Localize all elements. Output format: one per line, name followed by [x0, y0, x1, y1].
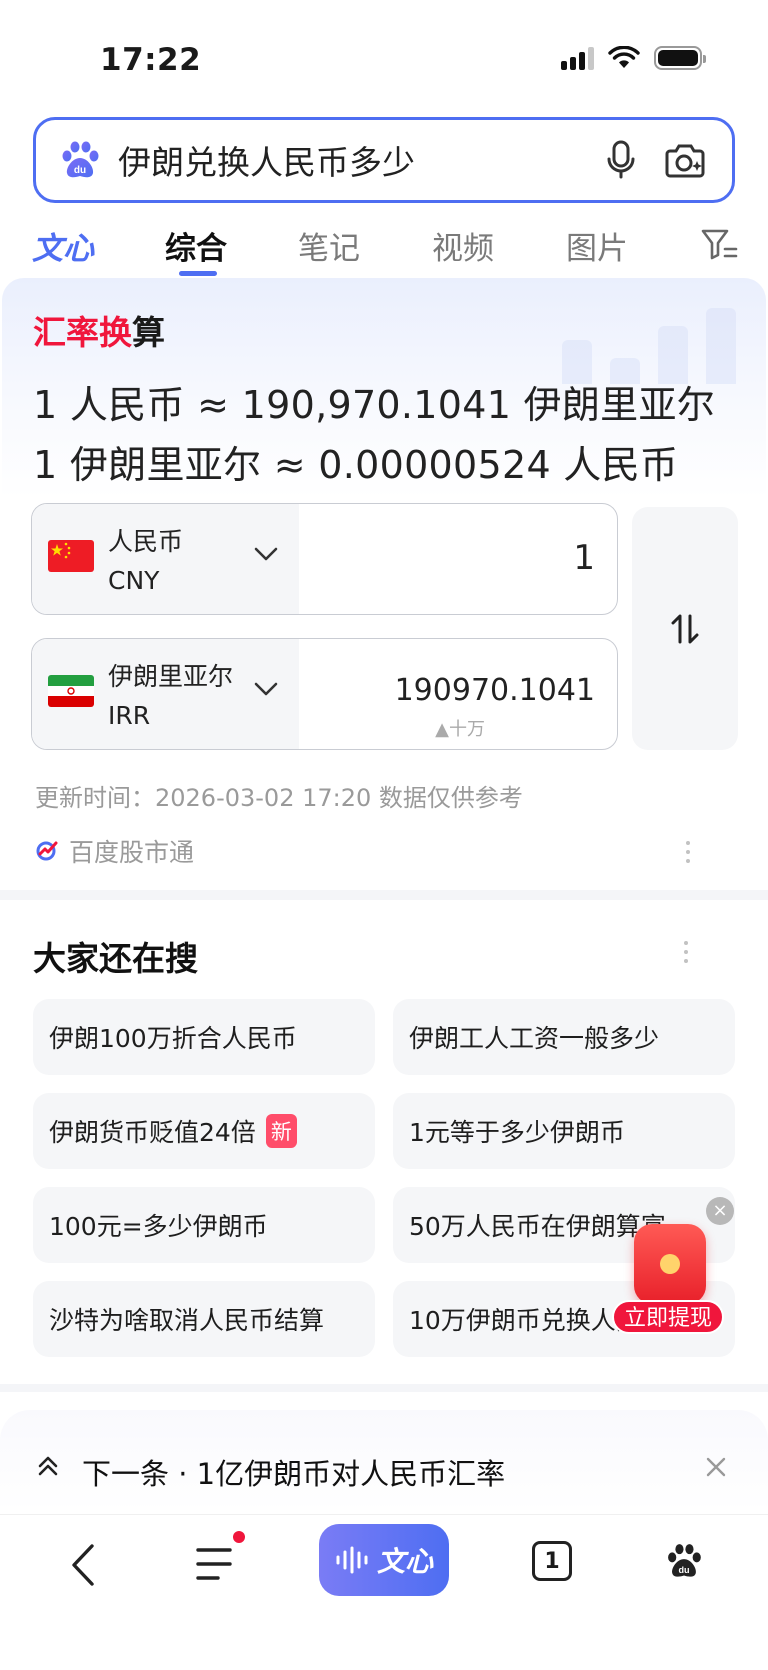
baidu-home-icon[interactable]: du: [664, 1540, 704, 1582]
new-badge: 新: [265, 1114, 297, 1148]
to-currency-row: 伊朗里亚尔 IRR 190970.1041 ▲十万: [31, 638, 618, 750]
battery-icon: [654, 46, 706, 70]
red-envelope-icon: [634, 1224, 706, 1304]
more-options-icon[interactable]: [684, 941, 688, 963]
camera-search-icon[interactable]: [664, 141, 706, 179]
from-currency-code: CNY: [108, 566, 160, 595]
swap-currency-button[interactable]: [632, 507, 738, 750]
related-search-item[interactable]: 1元等于多少伊朗币: [393, 1093, 735, 1169]
voice-wave-icon: [336, 1546, 368, 1574]
to-currency-select[interactable]: 伊朗里亚尔 IRR: [32, 639, 299, 749]
related-search-item[interactable]: 伊朗工人工资一般多少: [393, 999, 735, 1075]
exchange-rate-card: 汇率换算 1 人民币 ≈ 190,970.1041 伊朗里亚尔 1 伊朗里亚尔 …: [2, 278, 766, 890]
to-currency-code: IRR: [108, 701, 151, 730]
decorative-bars: [562, 308, 736, 384]
card-title: 汇率换算: [33, 313, 165, 352]
wifi-icon: [608, 46, 640, 68]
baidu-paw-icon: du: [62, 141, 99, 178]
to-currency-name: 伊朗里亚尔: [108, 662, 234, 691]
ad-label: 立即提现: [612, 1300, 724, 1334]
close-icon[interactable]: [704, 1455, 728, 1479]
search-bar[interactable]: du 伊朗兑换人民币多少: [33, 117, 735, 203]
iran-flag-icon: [48, 675, 94, 707]
back-icon[interactable]: [68, 1542, 98, 1588]
more-options-icon[interactable]: [686, 841, 690, 863]
section-divider: [0, 890, 768, 900]
wenxin-button-label: 文心: [376, 1545, 433, 1578]
rate-irr-to-cny: 1 伊朗里亚尔 ≈ 0.00000524 人民币: [33, 443, 679, 487]
from-currency-row: 人民币 CNY 1: [31, 503, 618, 615]
wenxin-ai-button[interactable]: 文心: [319, 1524, 449, 1596]
related-search-item[interactable]: 100元=多少伊朗币: [33, 1187, 375, 1263]
to-amount-value[interactable]: 190970.1041: [395, 673, 595, 708]
rate-cny-to-irr: 1 人民币 ≈ 190,970.1041 伊朗里亚尔: [33, 383, 716, 427]
menu-icon[interactable]: [196, 1544, 236, 1584]
section-divider: [0, 1384, 768, 1392]
status-time: 17:22: [100, 42, 202, 78]
swap-icon: [671, 614, 699, 643]
chevron-down-icon: [254, 547, 278, 561]
next-result-text[interactable]: 下一条 · 1亿伊朗币对人民币汇率: [82, 1451, 505, 1493]
related-search-item[interactable]: 伊朗货币贬值24倍新: [33, 1093, 375, 1169]
filter-icon[interactable]: [700, 227, 738, 261]
svg-text:du: du: [74, 165, 86, 176]
related-search-item[interactable]: 沙特为啥取消人民币结算: [33, 1281, 375, 1357]
from-amount-input[interactable]: 1: [573, 538, 595, 578]
tab-images[interactable]: 图片: [566, 223, 628, 268]
svg-text:du: du: [678, 1565, 689, 1575]
microphone-icon[interactable]: [606, 140, 636, 180]
chevron-down-icon: [254, 682, 278, 696]
tab-notes[interactable]: 笔记: [298, 223, 360, 268]
data-source[interactable]: 百度股市通: [35, 833, 194, 869]
tab-all[interactable]: 综合: [165, 223, 227, 268]
tabs-count-button[interactable]: 1: [532, 1541, 572, 1581]
from-currency-select[interactable]: 人民币 CNY: [32, 504, 299, 614]
china-flag-icon: [48, 540, 94, 572]
from-currency-name: 人民币: [108, 527, 184, 556]
search-input[interactable]: 伊朗兑换人民币多少: [118, 136, 606, 184]
ad-close-button[interactable]: ×: [706, 1197, 734, 1225]
notification-dot: [233, 1531, 245, 1543]
status-icons: [561, 46, 706, 70]
update-time: 更新时间：2026-03-02 17:20 数据仅供参考: [35, 784, 523, 812]
unit-hint: ▲十万: [435, 719, 485, 740]
status-bar: 17:22: [0, 0, 768, 110]
cellular-signal-icon: [561, 46, 594, 70]
tab-wenxin[interactable]: 文心: [32, 223, 94, 268]
tab-videos[interactable]: 视频: [432, 223, 494, 268]
search-tabs: 文心 综合 笔记 视频 图片: [0, 215, 768, 277]
related-searches-title: 大家还在搜: [33, 939, 198, 978]
stock-app-logo-icon: [36, 841, 58, 861]
related-search-item[interactable]: 伊朗100万折合人民币: [33, 999, 375, 1075]
active-tab-indicator: [179, 271, 217, 276]
double-chevron-up-icon: [38, 1456, 58, 1476]
source-label: 百度股市通: [69, 838, 195, 867]
